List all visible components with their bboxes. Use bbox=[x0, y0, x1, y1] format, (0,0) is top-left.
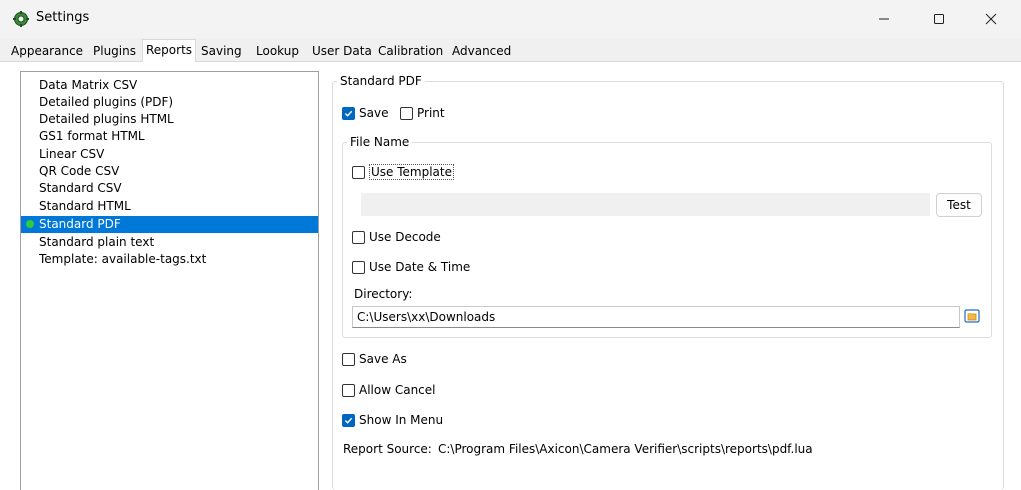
save-as-label: Save As bbox=[359, 352, 407, 366]
use-decode-checkbox[interactable]: Use Decode bbox=[352, 229, 441, 245]
list-item[interactable]: Standard CSV bbox=[21, 180, 318, 197]
list-item[interactable]: GS1 format HTML bbox=[21, 128, 318, 145]
show-in-menu-label: Show In Menu bbox=[359, 413, 444, 427]
list-item[interactable]: Detailed plugins HTML bbox=[21, 111, 318, 128]
tab-advanced[interactable]: Advanced bbox=[449, 42, 514, 62]
checkbox-box bbox=[342, 413, 355, 427]
close-icon bbox=[985, 13, 997, 25]
save-as-checkbox[interactable]: Save As bbox=[342, 351, 407, 367]
allow-cancel-checkbox[interactable]: Allow Cancel bbox=[342, 382, 436, 398]
list-item-selected[interactable]: Standard PDF bbox=[21, 216, 318, 233]
tab-appearance[interactable]: Appearance bbox=[8, 42, 86, 62]
tab-reports[interactable]: Reports bbox=[142, 39, 197, 62]
checkbox-box bbox=[352, 260, 365, 274]
use-date-time-checkbox[interactable]: Use Date & Time bbox=[352, 259, 470, 275]
window-title: Settings bbox=[36, 10, 90, 25]
report-source-label: Report Source: bbox=[343, 442, 432, 456]
checkbox-box bbox=[342, 383, 355, 397]
print-checkbox[interactable]: Print bbox=[400, 105, 445, 121]
template-input[interactable] bbox=[361, 193, 930, 216]
report-source-path: C:\Program Files\Axicon\Camera Verifier\… bbox=[438, 442, 813, 456]
reports-listbox[interactable]: Data Matrix CSV Detailed plugins (PDF) D… bbox=[20, 71, 319, 490]
tab-lookup[interactable]: Lookup bbox=[253, 42, 302, 62]
list-item[interactable]: Standard plain text bbox=[21, 234, 318, 251]
list-item[interactable]: Linear CSV bbox=[21, 146, 318, 163]
maximize-icon bbox=[934, 14, 944, 24]
checkbox-box bbox=[400, 106, 413, 120]
tab-plugins[interactable]: Plugins bbox=[90, 42, 139, 62]
checkmark-icon bbox=[344, 110, 353, 117]
checkbox-box bbox=[352, 165, 365, 179]
tab-strip: Appearance Plugins Reports Saving Lookup… bbox=[0, 38, 1021, 62]
directory-label: Directory: bbox=[354, 287, 413, 301]
save-label: Save bbox=[359, 106, 389, 120]
minimize-icon bbox=[879, 18, 889, 20]
checkbox-box bbox=[342, 106, 355, 120]
gear-cog-icon bbox=[13, 11, 29, 27]
allow-cancel-label: Allow Cancel bbox=[359, 383, 436, 397]
list-item[interactable]: Standard HTML bbox=[21, 198, 318, 215]
list-item[interactable]: Data Matrix CSV bbox=[21, 77, 318, 94]
folder-browse-icon bbox=[964, 309, 980, 323]
maximize-button[interactable] bbox=[916, 0, 962, 38]
use-decode-label: Use Decode bbox=[369, 230, 441, 244]
test-button[interactable]: Test bbox=[936, 193, 982, 217]
active-indicator-icon bbox=[26, 220, 34, 228]
checkbox-box bbox=[352, 230, 365, 244]
directory-input[interactable]: C:\Users\xx\Downloads bbox=[352, 306, 960, 328]
browse-directory-button[interactable] bbox=[962, 306, 982, 326]
checkbox-box bbox=[342, 352, 355, 366]
list-item[interactable]: Detailed plugins (PDF) bbox=[21, 94, 318, 111]
file-name-title: File Name bbox=[347, 135, 413, 149]
use-template-checkbox[interactable]: Use Template bbox=[352, 164, 454, 180]
tab-user-data[interactable]: User Data bbox=[309, 42, 375, 62]
list-item[interactable]: QR Code CSV bbox=[21, 163, 318, 180]
use-template-label: Use Template bbox=[369, 164, 454, 180]
report-settings-title: Standard PDF bbox=[337, 74, 425, 88]
checkmark-icon bbox=[344, 417, 353, 424]
list-item-label: Standard PDF bbox=[39, 217, 121, 231]
close-button[interactable] bbox=[968, 0, 1014, 38]
show-in-menu-checkbox[interactable]: Show In Menu bbox=[342, 412, 443, 428]
use-date-time-label: Use Date & Time bbox=[369, 260, 471, 274]
list-item[interactable]: Template: available-tags.txt bbox=[21, 251, 318, 268]
title-bar: Settings bbox=[0, 0, 1021, 38]
minimize-button[interactable] bbox=[861, 0, 907, 38]
tab-saving[interactable]: Saving bbox=[198, 42, 245, 62]
save-checkbox[interactable]: Save bbox=[342, 105, 388, 121]
print-label: Print bbox=[417, 106, 445, 120]
tab-calibration[interactable]: Calibration bbox=[375, 42, 446, 62]
